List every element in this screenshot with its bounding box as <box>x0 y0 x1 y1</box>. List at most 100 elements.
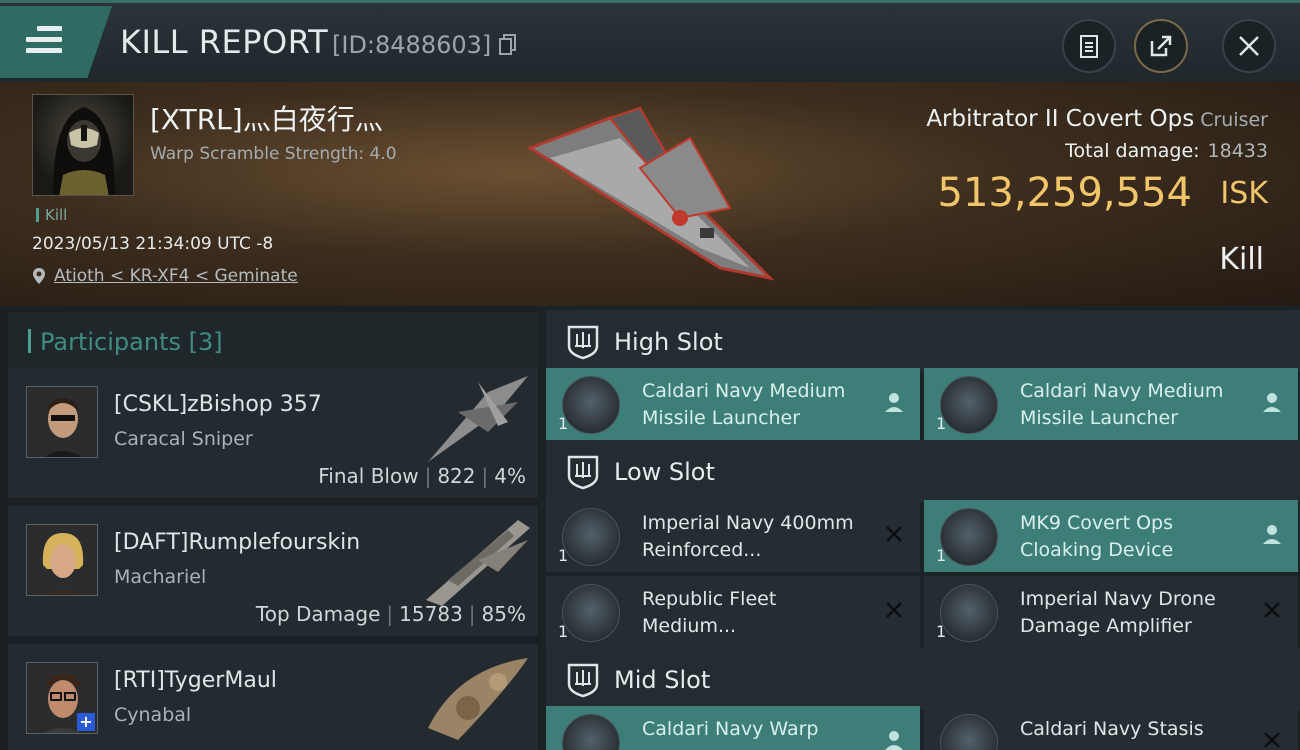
participant-name: [RTI]TygerMaul <box>114 668 277 693</box>
avatar: + <box>26 662 98 734</box>
missile-launcher-icon <box>562 376 620 434</box>
module-name: Caldari Navy Warp <box>642 718 819 740</box>
module-item[interactable]: 1 MK9 Covert Ops Cloaking Device <box>924 500 1298 572</box>
participant-name: [CSKL]zBishop 357 <box>114 392 322 417</box>
participant-percent: 85% <box>481 602 526 626</box>
isk-unit: ISK <box>1220 176 1268 211</box>
slot-shield-icon <box>567 663 599 698</box>
victim-avatar[interactable] <box>32 94 134 196</box>
kill-result: Kill <box>1219 242 1264 277</box>
cloaking-device-icon <box>940 508 998 566</box>
module-qty: 1 <box>936 414 947 433</box>
participant-card[interactable]: [CSKL]zBishop 357 Caracal Sniper Final B… <box>8 368 538 500</box>
participant-ship-image <box>426 520 530 606</box>
total-damage-label: Total damage: <box>1065 140 1200 162</box>
total-damage: Total damage: 18433 <box>1065 140 1268 162</box>
mid-slot-label: Mid Slot <box>614 666 711 694</box>
plus-badge-icon: + <box>77 713 95 731</box>
module-qty: 1 <box>936 622 947 641</box>
copy-icon[interactable] <box>498 33 517 55</box>
participant-ship: Machariel <box>114 566 207 588</box>
victim-ship-name[interactable]: Arbitrator II Covert Ops Cruiser <box>926 106 1268 132</box>
close-button[interactable] <box>1222 19 1276 73</box>
ship-class: Cruiser <box>1200 109 1268 131</box>
drone-amplifier-icon <box>940 584 998 642</box>
participant-name: [DAFT]Rumplefourskin <box>114 530 361 555</box>
warp-scramble-strength: Warp Scramble Strength: 4.0 <box>150 144 397 164</box>
module-item[interactable]: 1 Caldari Navy Warp <box>546 706 920 750</box>
armor-plate-icon <box>562 508 620 566</box>
share-icon <box>1150 35 1172 57</box>
location-pin-icon <box>33 268 45 284</box>
participant-card[interactable]: [DAFT]Rumplefourskin Machariel Top Damag… <box>8 506 538 638</box>
share-button[interactable] <box>1134 19 1188 73</box>
module-name: Republic Fleet Medium... <box>642 588 777 637</box>
menu-button[interactable] <box>0 6 112 78</box>
location-link[interactable]: Atioth < KR-XF4 < Geminate <box>54 266 298 286</box>
module-name: Caldari Navy Medium Missile Launcher <box>1020 380 1224 429</box>
module-name: Caldari Navy Stasis <box>1020 718 1204 740</box>
close-icon <box>1239 36 1259 56</box>
module-name: Imperial Navy 400mm Reinforced... <box>642 512 854 561</box>
hooded-pilot-icon <box>53 107 115 195</box>
fitting-panel: High Slot 1 Caldari Navy Medium Missile … <box>540 306 1300 750</box>
report-id-text: [ID:8488603] <box>332 31 492 59</box>
missile-launcher-icon <box>940 376 998 434</box>
user-icon <box>1263 525 1281 544</box>
module-qty: 1 <box>558 622 569 641</box>
header-bar: KILL REPORT [ID:8488603] <box>0 0 1300 82</box>
high-slot-label: High Slot <box>614 328 723 356</box>
participant-stats: Top Damage | 15783 | 85% <box>255 602 526 626</box>
participant-ship-image <box>428 658 528 740</box>
shield-booster-icon <box>562 584 620 642</box>
victim-panel: [XTRL]灬白夜行灬 Warp Scramble Strength: 4.0 … <box>0 82 1300 306</box>
close-icon <box>1264 732 1280 748</box>
report-id[interactable]: [ID:8488603] <box>332 31 517 59</box>
participant-card[interactable]: + [RTI]TygerMaul Cynabal <box>8 644 538 750</box>
close-icon <box>1264 602 1280 618</box>
kill-tag: Kill <box>36 206 67 224</box>
module-item[interactable]: 1 Caldari Navy Medium Missile Launcher <box>546 368 920 440</box>
module-item[interactable]: 1 Republic Fleet Medium... <box>546 576 920 648</box>
user-icon <box>1263 393 1281 412</box>
ship-name-text: Arbitrator II Covert Ops <box>926 106 1195 132</box>
close-icon <box>886 602 902 618</box>
clipboard-button[interactable] <box>1062 19 1116 73</box>
isk-value: 513,259,554 <box>937 170 1192 216</box>
user-icon <box>885 393 903 412</box>
participant-damage: 15783 <box>399 602 463 626</box>
participants-accent <box>28 329 31 353</box>
low-slot-label: Low Slot <box>614 458 715 486</box>
slot-shield-icon <box>567 455 599 490</box>
module-qty: 1 <box>558 546 569 565</box>
victim-ship-image <box>526 106 775 281</box>
high-slot-header: High Slot <box>546 310 1300 372</box>
avatar <box>26 386 98 458</box>
module-item[interactable]: 1 Imperial Navy 400mm Reinforced... <box>546 500 920 572</box>
participant-percent: 4% <box>494 464 526 488</box>
participant-ship: Caracal Sniper <box>114 428 253 450</box>
avatar <box>26 524 98 596</box>
kill-datetime: 2023/05/13 21:34:09 UTC -8 <box>32 234 274 254</box>
participant-ship: Cynabal <box>114 704 192 726</box>
participants-panel: Participants [3] [CSKL]zBishop 357 Carac… <box>0 306 540 750</box>
user-icon <box>885 731 903 750</box>
participants-header: Participants [3] <box>8 312 538 370</box>
menu-icon <box>26 26 62 54</box>
total-damage-value: 18433 <box>1207 140 1268 162</box>
participant-stats: Final Blow | 822 | 4% <box>318 464 526 488</box>
warp-disruptor-icon <box>562 714 620 750</box>
victim-name[interactable]: [XTRL]灬白夜行灬 <box>150 98 383 138</box>
participant-damage: 822 <box>437 464 476 488</box>
participant-role: Final Blow <box>318 464 419 488</box>
participants-title: Participants [3] <box>40 328 223 356</box>
participant-ship-image <box>428 376 528 462</box>
module-name: Caldari Navy Medium Missile Launcher <box>642 380 846 429</box>
slot-shield-icon <box>567 325 599 360</box>
kill-location[interactable]: Atioth < KR-XF4 < Geminate <box>32 266 298 286</box>
module-item[interactable]: 1 Imperial Navy Drone Damage Amplifier <box>924 576 1298 648</box>
module-qty: 1 <box>558 414 569 433</box>
module-item[interactable]: 1 Caldari Navy Stasis <box>924 706 1298 750</box>
module-item[interactable]: 1 Caldari Navy Medium Missile Launcher <box>924 368 1298 440</box>
module-name: MK9 Covert Ops Cloaking Device <box>1020 512 1174 561</box>
